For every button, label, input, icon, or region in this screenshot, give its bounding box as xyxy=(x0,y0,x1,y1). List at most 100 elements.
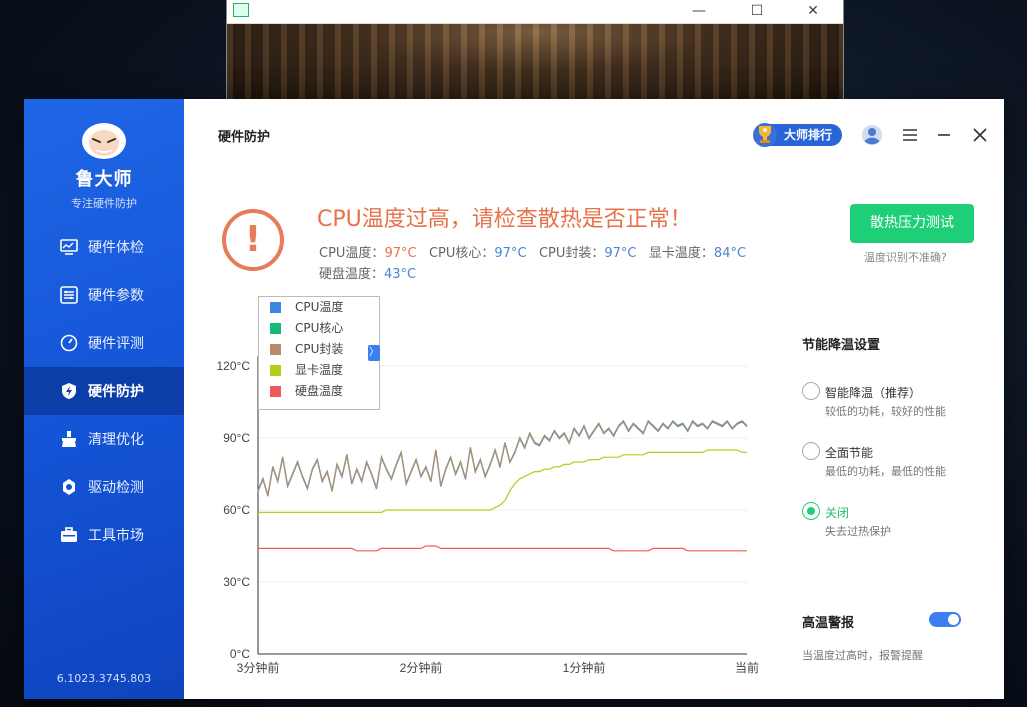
cooling-option-radio[interactable] xyxy=(802,502,820,520)
close-icon[interactable]: ✕ xyxy=(803,2,823,20)
x-tick-label: 1分钟前 xyxy=(563,660,606,675)
legend-item[interactable]: CPU封装 xyxy=(259,339,379,360)
y-tick-label: 120°C xyxy=(217,359,251,373)
sidebar-item-label: 硬件体检 xyxy=(88,240,144,256)
sidebar-item-label: 硬件参数 xyxy=(88,288,144,304)
sidebar-item-5[interactable]: 清理优化 xyxy=(24,415,184,463)
trophy-icon xyxy=(752,120,778,148)
legend-swatch xyxy=(270,386,281,397)
cpu-pkg-label: CPU封装： xyxy=(538,246,605,261)
user-avatar-icon[interactable] xyxy=(860,123,884,147)
master-lu-logo-icon xyxy=(76,117,132,161)
high-temp-alarm-title: 高温警报 xyxy=(802,616,855,631)
legend-item[interactable]: 硬盘温度 xyxy=(259,381,379,402)
temp-inaccurate-link[interactable]: 温度识别不准确? xyxy=(864,249,947,265)
legend-item[interactable]: CPU核心 xyxy=(259,318,379,339)
sidebar-item-label: 清理优化 xyxy=(88,432,144,448)
cpu-package-line xyxy=(257,420,748,496)
logo: 鲁大师 专注硬件防护 xyxy=(24,117,184,211)
rank-button-label: 大师排行 xyxy=(784,128,833,142)
sidebar-item-1[interactable]: 硬件体检 xyxy=(24,223,184,271)
legend-swatch xyxy=(270,323,281,334)
cooling-option-desc: 失去过热保护 xyxy=(825,525,891,538)
broom-icon xyxy=(60,430,78,448)
x-tick-label: 2分钟前 xyxy=(400,660,443,675)
legend-item[interactable]: CPU温度 xyxy=(259,297,379,318)
temperature-readings: CPU温度：97°C CPU核心：97°C CPU封装：97°C 显卡温度：84… xyxy=(319,242,746,261)
y-tick-label: 60°C xyxy=(223,503,250,517)
shield-bolt-icon xyxy=(60,382,78,400)
sidebar-item-6[interactable]: 驱动检测 xyxy=(24,463,184,511)
minimize-icon[interactable] xyxy=(932,123,956,147)
gpu-temp-line xyxy=(258,449,747,513)
cooling-option-label[interactable]: 智能降温（推荐） xyxy=(825,384,921,401)
sidebar-item-4[interactable]: 硬件防护 xyxy=(24,367,184,415)
menu-icon[interactable] xyxy=(898,123,922,147)
alert-title: CPU温度过高，请检查散热是否正常！ xyxy=(317,207,692,232)
legend-label: CPU封装 xyxy=(295,342,344,356)
background-window: — ☐ ✕ xyxy=(226,0,844,100)
sidebar-item-label: 硬件防护 xyxy=(88,384,144,400)
sidebar-item-label: 工具市场 xyxy=(88,528,144,544)
legend-label: 显卡温度 xyxy=(295,363,344,377)
x-tick-label: 3分钟前 xyxy=(237,660,280,675)
logo-subtitle: 专注硬件防护 xyxy=(71,197,137,210)
cooling-option-desc: 较低的功耗，较好的性能 xyxy=(825,405,946,418)
disk-temp-value: 43°C xyxy=(384,267,417,282)
rank-button[interactable]: 大师排行 xyxy=(753,123,842,147)
cooling-option-desc: 最低的功耗，最低的性能 xyxy=(825,465,946,478)
legend-label: CPU温度 xyxy=(295,300,344,314)
warning-icon: ! xyxy=(222,209,284,271)
gpu-temp-value: 84°C xyxy=(713,246,747,261)
monitor-icon xyxy=(60,238,78,256)
stress-test-button[interactable]: 散热压力测试 xyxy=(850,204,974,243)
page-title: 硬件防护 xyxy=(218,130,271,145)
disk-temp-label: 硬盘温度： xyxy=(319,267,385,282)
legend-item[interactable]: 显卡温度 xyxy=(259,360,379,381)
minimize-icon[interactable]: — xyxy=(689,2,709,20)
chart-legend: CPU温度 CPU核心 CPU封装显卡温度硬盘温度 xyxy=(258,296,380,410)
legend-swatch xyxy=(270,302,281,313)
legend-swatch xyxy=(270,344,281,355)
cooling-settings-title: 节能降温设置 xyxy=(802,338,881,353)
high-temp-alarm-toggle[interactable] xyxy=(929,612,961,627)
app-icon xyxy=(233,3,249,17)
logo-title: 鲁大师 xyxy=(75,169,133,190)
cpu-temp-value: 97°C xyxy=(384,246,417,261)
sidebar-item-2[interactable]: 硬件参数 xyxy=(24,271,184,319)
sidebar-item-label: 驱动检测 xyxy=(88,480,144,496)
disk-temperature-reading: 硬盘温度：43°C xyxy=(319,263,416,282)
cpu-core-value: 97°C xyxy=(494,246,527,261)
version-label: 6.1023.3745.803 xyxy=(56,672,152,685)
legend-label: CPU核心 xyxy=(295,321,344,335)
main-panel: 硬件防护 大师排行 ! CPU温度过高，请检查散热是否正常！ CPU温度：97°… xyxy=(184,99,1004,699)
cooling-option-radio[interactable] xyxy=(802,442,820,460)
sidebar-nav: 硬件体检硬件参数硬件评测硬件防护清理优化驱动检测工具市场 xyxy=(24,223,184,559)
maximize-icon[interactable]: ☐ xyxy=(747,2,767,20)
cooling-option-radio[interactable] xyxy=(802,382,820,400)
sidebar-item-3[interactable]: 硬件评测 xyxy=(24,319,184,367)
y-tick-label: 0°C xyxy=(230,647,250,661)
legend-swatch xyxy=(270,365,281,376)
legend-collapse-icon[interactable]: 〉 xyxy=(368,345,380,361)
sidebar-item-label: 硬件评测 xyxy=(88,336,144,352)
speedometer-icon xyxy=(60,334,78,352)
cpu-pkg-value: 97°C xyxy=(604,246,637,261)
cpu-temp-label: CPU温度： xyxy=(319,246,385,261)
legend-label: 硬盘温度 xyxy=(295,384,344,398)
disk-temp-line xyxy=(258,545,747,552)
sidebar: 鲁大师 专注硬件防护 硬件体检 硬件参数 硬件评测 硬件防护 清理优化 驱动检测 工具市场 … xyxy=(24,99,184,699)
app-window: 鲁大师 专注硬件防护 硬件体检 硬件参数 硬件评测 硬件防护 清理优化 驱动检测 工具市场 … xyxy=(24,99,1004,699)
background-window-titlebar: — ☐ ✕ xyxy=(227,0,843,24)
x-tick-label: 当前 xyxy=(735,660,759,675)
close-icon[interactable] xyxy=(968,123,992,147)
cpu-core-label: CPU核心： xyxy=(428,246,495,261)
list-icon xyxy=(60,286,78,304)
toolbox-icon xyxy=(60,526,78,544)
cooling-option-label[interactable]: 关闭 xyxy=(825,504,849,521)
cooling-option-label[interactable]: 全面节能 xyxy=(825,444,873,461)
high-temp-alarm-desc: 当温度过高时，报警提醒 xyxy=(802,649,923,662)
gear-icon xyxy=(60,478,78,496)
y-tick-label: 90°C xyxy=(223,431,250,445)
sidebar-item-7[interactable]: 工具市场 xyxy=(24,511,184,559)
